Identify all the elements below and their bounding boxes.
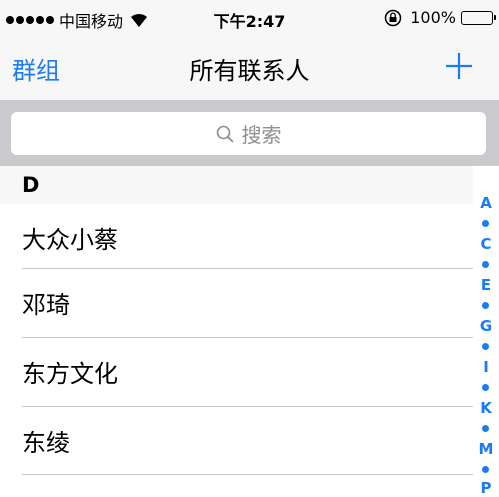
add-contact-icon[interactable]: [445, 52, 473, 80]
index-dot[interactable]: [482, 425, 489, 432]
index-letter[interactable]: A: [474, 194, 498, 212]
contact-row[interactable]: 东绫: [0, 407, 473, 475]
index-letter[interactable]: G: [474, 317, 498, 335]
index-letter[interactable]: K: [474, 399, 498, 417]
contact-row[interactable]: 东方文化: [0, 338, 473, 406]
contact-name: 东方文化: [22, 360, 118, 388]
rotation-lock-icon: [385, 9, 402, 26]
index-dot[interactable]: [482, 343, 489, 350]
contact-name: 大众小蔡: [22, 226, 118, 254]
search-area: 搜索: [0, 100, 499, 166]
index-letter[interactable]: I: [474, 358, 498, 376]
index-letter[interactable]: C: [474, 235, 498, 253]
battery-icon: [461, 10, 496, 25]
search-icon: [216, 125, 234, 143]
contact-name: 邓琦: [22, 291, 70, 319]
index-letter[interactable]: E: [474, 276, 498, 294]
index-dot[interactable]: [482, 302, 489, 309]
index-letter[interactable]: M: [474, 440, 498, 458]
index-dot[interactable]: [482, 261, 489, 268]
battery-percent: 100%: [410, 8, 456, 27]
section-header: D: [0, 166, 473, 204]
index-dot[interactable]: [482, 466, 489, 473]
contact-name: 东绫: [22, 429, 70, 457]
index-letter[interactable]: P: [474, 479, 498, 497]
contact-row[interactable]: 大众小蔡: [0, 204, 473, 272]
search-placeholder: 搜索: [241, 123, 282, 147]
nav-bar: 群组 所有联系人: [0, 36, 499, 100]
status-right: 100%: [384, 8, 496, 27]
page-title: 所有联系人: [189, 57, 310, 85]
section-letter: D: [22, 173, 40, 197]
index-dot[interactable]: [482, 220, 489, 227]
index-dot[interactable]: [482, 384, 489, 391]
divider: [22, 474, 473, 475]
search-input[interactable]: 搜索: [11, 112, 486, 155]
status-bar: 中国移动 下午2:47 100%: [0, 0, 499, 36]
contact-row[interactable]: 邓琦: [0, 269, 473, 337]
